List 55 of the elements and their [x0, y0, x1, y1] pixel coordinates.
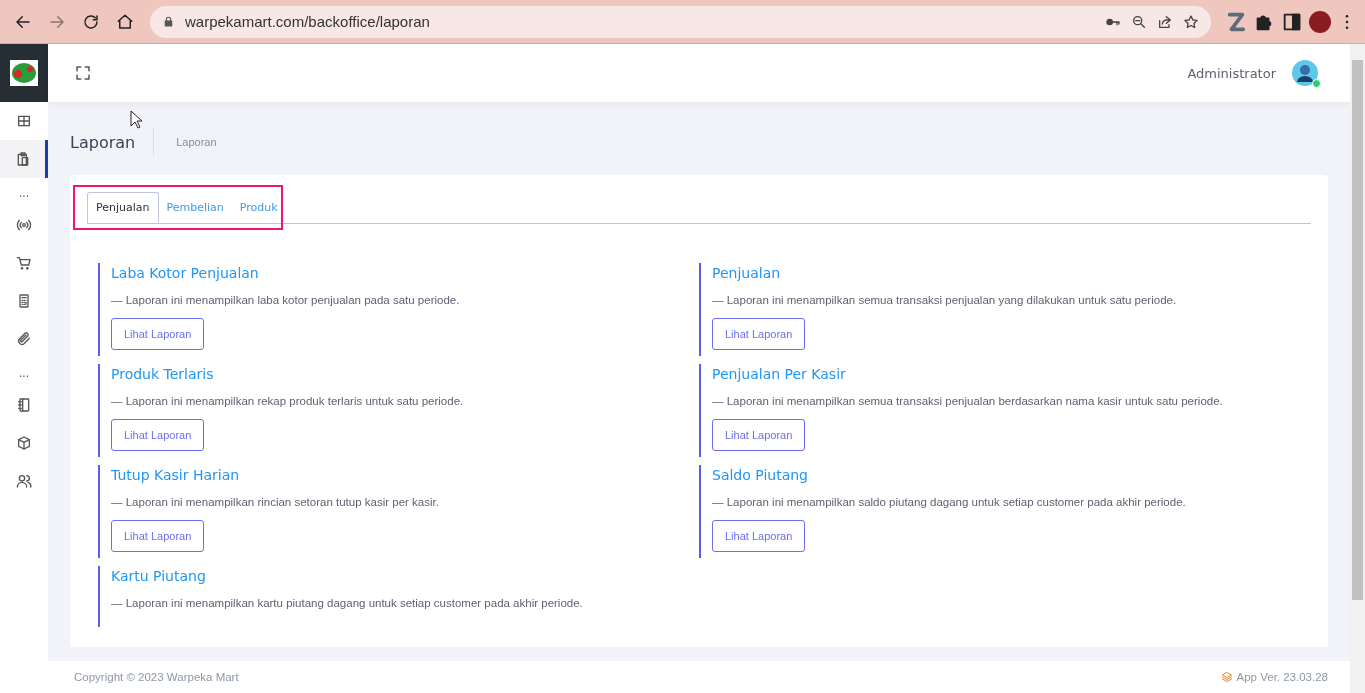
report-description: — Laporan ini menampilkan laba kotor penjualan pada satu periode. — [111, 294, 461, 306]
z-extension-icon[interactable] — [1225, 10, 1247, 33]
report-title: Laba Kotor Penjualan — [111, 265, 260, 281]
report-description: — Laporan ini menampilkan saldo piutang dagang untuk setiap customer pada akhir periode. — [712, 496, 1187, 508]
app-version: App Ver. 23.03.28 — [1236, 671, 1328, 683]
user-name[interactable]: Administrator — [1187, 65, 1276, 81]
breadcrumb-item[interactable]: Laporan — [176, 136, 217, 148]
report-tab[interactable]: Produk — [231, 192, 286, 223]
report-description: — Laporan ini menampilkan rekap produk terlaris untuk satu periode. — [111, 395, 465, 407]
home-icon — [116, 12, 134, 31]
report-title: Kartu Piutang — [111, 568, 207, 584]
url-text: warpekamart.com/backoffice/laporan — [185, 13, 431, 30]
view-report-button[interactable]: Lihat Laporan — [712, 318, 806, 350]
scrollbar[interactable] — [1350, 44, 1365, 693]
page-title: Laporan — [70, 132, 136, 152]
sidebar-item[interactable] — [0, 140, 48, 178]
report-description: — Laporan ini menampilkan semua transaksi penjualan berdasarkan nama kasir untuk satu periode. — [712, 395, 1224, 407]
report-description: — Laporan ini menampilkan rincian setoran tutup kasir per kasir. — [111, 496, 440, 508]
view-report-button[interactable]: Lihat Laporan — [111, 318, 205, 350]
calculator-icon — [16, 293, 32, 309]
grid-icon — [16, 113, 32, 129]
copyright-text: Copyright © 2023 Warpeka Mart — [74, 671, 239, 683]
user-avatar[interactable] — [1292, 60, 1318, 86]
layers-icon — [1220, 671, 1233, 683]
mouse-cursor-icon — [130, 110, 143, 129]
users-icon — [16, 473, 32, 489]
report-title: Produk Terlaris — [111, 366, 215, 382]
share-icon[interactable] — [1157, 13, 1173, 30]
view-report-button[interactable]: Lihat Laporan — [111, 520, 205, 552]
star-icon[interactable] — [1183, 13, 1199, 30]
view-report-button[interactable]: Lihat Laporan — [111, 419, 205, 451]
report-tab[interactable]: Pembelian — [158, 192, 232, 223]
address-bar[interactable]: warpekamart.com/backoffice/laporan — [150, 5, 1211, 38]
report-title: Penjualan Per Kasir — [712, 366, 847, 382]
notebook-icon — [16, 397, 32, 413]
view-report-button[interactable]: Lihat Laporan — [712, 520, 806, 552]
logo-icon — [10, 60, 38, 86]
broadcast-icon — [16, 217, 32, 233]
profile-avatar[interactable] — [1309, 10, 1331, 33]
fullscreen-icon[interactable] — [74, 64, 92, 82]
view-report-button[interactable]: Lihat Laporan — [712, 419, 806, 451]
section-separator: ... — [18, 185, 30, 202]
report-description: — Laporan ini menampilkan kartu piutang dagang untuk setiap customer pada akhir periode. — [111, 597, 584, 609]
cart-icon — [16, 255, 32, 271]
report-tab[interactable]: Penjualan — [87, 192, 159, 223]
lock-icon — [162, 15, 175, 28]
section-separator: ... — [18, 365, 30, 382]
paperclip-icon — [16, 331, 32, 347]
box-icon — [16, 435, 32, 451]
report-description: — Laporan ini menampilkan semua transaksi penjualan yang dilakukan untuk satu periode. — [712, 294, 1178, 306]
report-title: Penjualan — [712, 265, 782, 281]
reload-icon — [82, 12, 100, 31]
zoom-out-icon[interactable] — [1131, 13, 1147, 30]
report-title: Tutup Kasir Harian — [111, 467, 241, 483]
report-title: Saldo Piutang — [712, 467, 809, 483]
